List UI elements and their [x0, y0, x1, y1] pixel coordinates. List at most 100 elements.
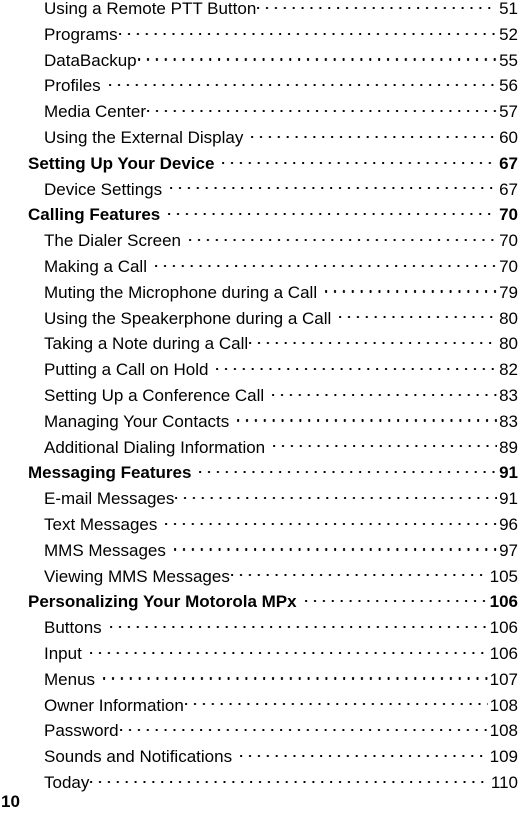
toc-entry-title: Owner Information — [44, 695, 184, 715]
toc-entry[interactable]: Putting a Call on Hold 82 — [0, 357, 530, 383]
toc-entry-title: Setting Up Your Device — [28, 153, 215, 173]
toc-leader-dots — [257, 0, 497, 14]
toc-entry[interactable]: Using the External Display 60 — [0, 125, 530, 151]
toc-entry-page-number: 82 — [499, 360, 518, 380]
toc-leader-dots — [89, 642, 488, 659]
toc-leader-dots — [90, 771, 489, 788]
toc-entry-page-number: 83 — [499, 411, 518, 431]
toc-entry[interactable]: Setting Up a Conference Call 83 — [0, 383, 530, 409]
toc-entry[interactable]: Sounds and Notifications 109 — [0, 744, 530, 770]
toc-leader-dots — [189, 229, 498, 246]
toc-entry-title: Using the External Display — [44, 127, 244, 147]
toc-leader-dots — [173, 539, 498, 556]
toc-entry[interactable]: E-mail Messages 91 — [0, 486, 530, 512]
toc-leader-dots — [168, 203, 497, 220]
toc-entry[interactable]: Using the Speakerphone during a Call 80 — [0, 306, 530, 332]
toc-entry[interactable]: Password 108 — [0, 718, 530, 744]
toc-entry-page-number: 107 — [489, 669, 518, 689]
toc-entry-title: Text Messages — [44, 514, 158, 534]
toc-entry[interactable]: Personalizing Your Motorola MPx 106 — [0, 589, 530, 615]
toc-entry[interactable]: Making a Call 70 — [0, 254, 530, 280]
toc-leader-dots — [199, 461, 497, 478]
toc-entry-page-number: 108 — [489, 695, 518, 715]
toc-entry[interactable]: Menus 107 — [0, 667, 530, 693]
toc-entry-title: Viewing MMS Messages — [44, 566, 230, 586]
toc-entry-title: Messaging Features — [28, 463, 192, 483]
toc-entry[interactable]: Input 106 — [0, 641, 530, 667]
toc-entry-page-number: 91 — [499, 463, 518, 483]
toc-leader-dots — [155, 255, 498, 272]
toc-entry-title: Media Center — [44, 102, 147, 122]
toc-entry-title: Muting the Microphone during a Call — [44, 282, 318, 302]
toc-entry[interactable]: Taking a Note during a Call 80 — [0, 331, 530, 357]
toc-entry[interactable]: Managing Your Contacts 83 — [0, 409, 530, 435]
toc-entry-title: Making a Call — [44, 256, 147, 276]
toc-leader-dots — [165, 513, 497, 530]
toc-entry-title: Calling Features — [28, 205, 161, 225]
toc-entry-page-number: 79 — [499, 282, 518, 302]
toc-entry-title: Personalizing Your Motorola MPx — [28, 592, 297, 612]
toc-entry-page-number: 106 — [489, 618, 518, 638]
toc-entry-title: Additional Dialing Information — [44, 437, 266, 457]
toc-entry-title: Buttons — [44, 618, 102, 638]
toc-leader-dots — [137, 49, 498, 66]
toc-entry[interactable]: The Dialer Screen 70 — [0, 228, 530, 254]
toc-leader-dots — [170, 178, 498, 195]
toc-leader-dots — [175, 487, 497, 504]
toc-leader-dots — [184, 694, 488, 711]
table-of-contents-page: Using a Remote PTT Button 51 Programs 52 Dat… — [0, 0, 530, 817]
toc-entry-title: Using the Speakerphone during a Call — [44, 308, 332, 328]
toc-entry-page-number: 110 — [490, 772, 518, 792]
toc-entry[interactable]: Calling Features 70 — [0, 202, 530, 228]
toc-entry-title: Taking a Note during a Call — [44, 334, 249, 354]
toc-entry-page-number: 51 — [499, 0, 518, 18]
toc-leader-dots — [272, 384, 497, 401]
toc-entry[interactable]: MMS Messages 97 — [0, 538, 530, 564]
toc-entry[interactable]: Muting the Microphone during a Call 79 — [0, 280, 530, 306]
toc-entry-title: Profiles — [44, 76, 101, 96]
toc-leader-dots — [118, 23, 498, 40]
toc-entry-title: Device Settings — [44, 179, 163, 199]
toc-entry[interactable]: Device Settings 67 — [0, 177, 530, 203]
toc-entry-page-number: 70 — [499, 231, 518, 251]
toc-entry-page-number: 70 — [499, 256, 518, 276]
toc-entry-title: Input — [44, 643, 82, 663]
toc-leader-dots — [249, 332, 498, 349]
toc-leader-dots — [108, 74, 498, 91]
toc-entry-title: Using a Remote PTT Button — [44, 0, 257, 18]
toc-entry[interactable]: Additional Dialing Information 89 — [0, 435, 530, 461]
toc-entry[interactable]: Messaging Features 91 — [0, 460, 530, 486]
toc-entry-page-number: 57 — [499, 102, 518, 122]
toc-entry-page-number: 80 — [499, 308, 518, 328]
toc-entry-page-number: 67 — [499, 179, 518, 199]
toc-entry-page-number: 91 — [499, 489, 518, 509]
toc-entry-page-number: 52 — [499, 24, 518, 44]
toc-entry-page-number: 83 — [499, 385, 518, 405]
toc-entry[interactable]: Using a Remote PTT Button 51 — [0, 0, 530, 22]
toc-entry-page-number: 105 — [489, 566, 518, 586]
toc-entry[interactable]: Setting Up Your Device 67 — [0, 151, 530, 177]
toc-leader-dots — [147, 100, 498, 117]
toc-entry-title: Programs — [44, 24, 118, 44]
toc-entry[interactable]: Buttons 106 — [0, 615, 530, 641]
toc-entry[interactable]: Media Center 57 — [0, 99, 530, 125]
toc-entry[interactable]: Viewing MMS Messages 105 — [0, 564, 530, 590]
toc-entry-page-number: 55 — [499, 50, 518, 70]
toc-entry-page-number: 97 — [499, 540, 518, 560]
toc-entry-title: Setting Up a Conference Call — [44, 385, 265, 405]
toc-entry-title: Menus — [44, 669, 96, 689]
toc-entry[interactable]: Owner Information 108 — [0, 693, 530, 719]
toc-entry[interactable]: DataBackup 55 — [0, 48, 530, 74]
toc-entry-title: Sounds and Notifications — [44, 747, 233, 767]
toc-entry-page-number: 106 — [489, 592, 518, 612]
toc-entry[interactable]: Profiles 56 — [0, 73, 530, 99]
toc-entry[interactable]: Text Messages 96 — [0, 512, 530, 538]
toc-entry-title: E-mail Messages — [44, 489, 175, 509]
toc-entry[interactable]: Programs 52 — [0, 22, 530, 48]
toc-entry-title: Managing Your Contacts — [44, 411, 230, 431]
toc-entry-page-number: 96 — [499, 514, 518, 534]
toc-entry-page-number: 67 — [499, 153, 518, 173]
toc-leader-dots — [103, 668, 488, 685]
toc-entry[interactable]: Today 110 — [0, 770, 530, 796]
toc-entry-title: Putting a Call on Hold — [44, 360, 209, 380]
